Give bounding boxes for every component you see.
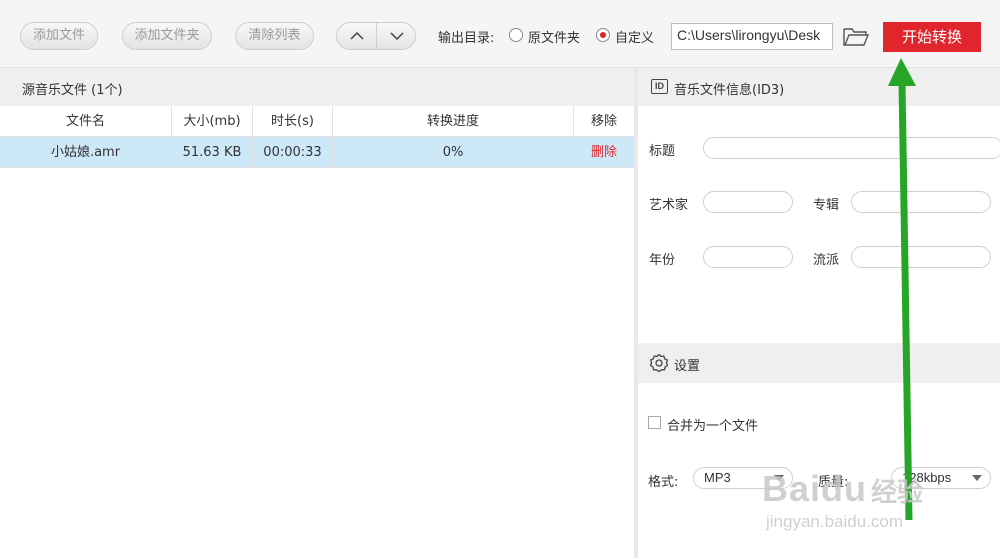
output-path-input[interactable]: C:\Users\lirongyu\Desk	[671, 23, 833, 50]
file-table: 文件名 大小(mb) 时长(s) 转换进度 移除 小姑娘.amr 51.63 K…	[0, 106, 634, 168]
move-buttons	[336, 22, 416, 50]
dropdown-caret-icon	[972, 475, 982, 481]
column-header-remove[interactable]: 移除	[574, 106, 634, 137]
genre-input[interactable]	[851, 246, 991, 268]
format-label: 格式:	[648, 475, 679, 490]
start-convert-button[interactable]: 开始转换	[883, 22, 981, 52]
add-file-button[interactable]: 添加文件	[20, 22, 98, 50]
label-artist: 艺术家	[649, 198, 689, 213]
radio-custom[interactable]	[596, 28, 610, 42]
toolbar: 添加文件 添加文件夹 清除列表 输出目录: 原文件夹 自定义 C:\Users\…	[0, 0, 1000, 68]
artist-input[interactable]	[703, 191, 793, 213]
settings-title: 设置	[674, 359, 701, 374]
column-header-duration[interactable]: 时长(s)	[253, 106, 333, 137]
id3-icon: ID	[651, 79, 668, 94]
cell-size: 51.63 KB	[172, 137, 253, 168]
radio-original-folder[interactable]	[509, 28, 523, 42]
file-list-header: 源音乐文件 (1个)	[0, 68, 634, 106]
watermark-brand-cn: 经验	[871, 477, 924, 507]
merge-checkbox[interactable]	[648, 416, 661, 429]
year-input[interactable]	[703, 246, 793, 268]
id3-header: ID 音乐文件信息(ID3)	[638, 68, 1000, 106]
table-header-row: 文件名 大小(mb) 时长(s) 转换进度 移除	[0, 106, 634, 137]
column-header-progress[interactable]: 转换进度	[333, 106, 574, 137]
radio-custom-label: 自定义	[615, 31, 655, 46]
panel-divider[interactable]	[634, 68, 638, 558]
label-year: 年份	[649, 253, 676, 268]
clear-list-button[interactable]: 清除列表	[235, 22, 314, 50]
move-up-button[interactable]	[337, 23, 377, 49]
title-input[interactable]	[703, 137, 1000, 159]
cell-filename: 小姑娘.amr	[0, 137, 172, 168]
label-title: 标题	[649, 144, 676, 159]
chevron-up-icon	[349, 31, 364, 40]
baidu-watermark: Baidu 经验 jingyan.baidu.com	[762, 468, 924, 531]
label-genre: 流派	[813, 253, 840, 268]
output-dir-label: 输出目录:	[438, 31, 495, 46]
add-folder-button[interactable]: 添加文件夹	[122, 22, 212, 50]
cell-progress: 0%	[333, 137, 574, 168]
watermark-url: jingyan.baidu.com	[766, 512, 904, 531]
table-row[interactable]: 小姑娘.amr 51.63 KB 00:00:33 0% 删除	[0, 137, 634, 168]
format-value: MP3	[704, 470, 731, 485]
id3-title: 音乐文件信息(ID3)	[674, 83, 785, 98]
chevron-down-icon	[390, 32, 404, 41]
column-header-filename[interactable]: 文件名	[0, 106, 172, 137]
column-header-size[interactable]: 大小(mb)	[172, 106, 253, 137]
folder-open-icon[interactable]	[842, 26, 870, 48]
cell-duration: 00:00:33	[253, 137, 333, 168]
delete-link[interactable]: 删除	[574, 137, 634, 168]
radio-original-label: 原文件夹	[528, 31, 581, 46]
move-down-button[interactable]	[377, 23, 417, 49]
label-album: 专辑	[813, 198, 840, 213]
gear-icon	[649, 353, 669, 373]
merge-label: 合并为一个文件	[667, 419, 759, 434]
file-list-title: 源音乐文件 (1个)	[22, 83, 123, 98]
album-input[interactable]	[851, 191, 991, 213]
settings-header: 设置	[638, 343, 1000, 383]
watermark-brand: Baidu	[762, 468, 868, 509]
